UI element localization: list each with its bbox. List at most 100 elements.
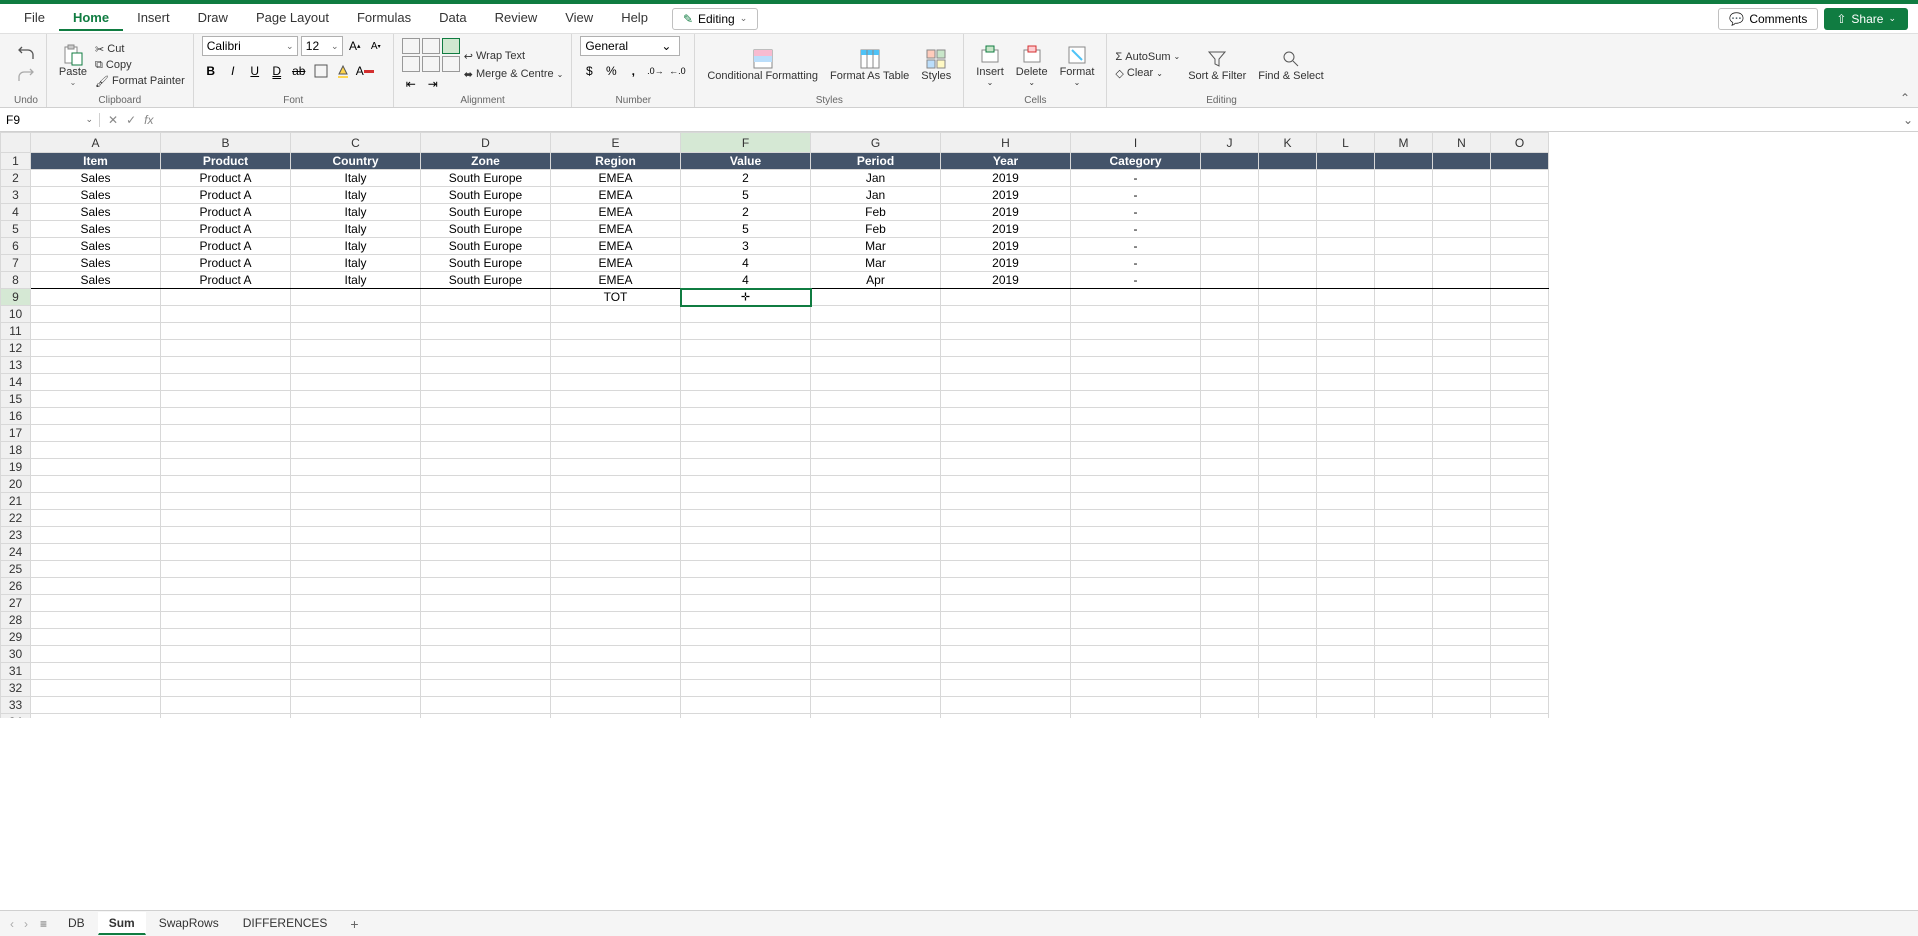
cell-I15[interactable] (1071, 391, 1201, 408)
cell-O18[interactable] (1491, 442, 1549, 459)
cell-O11[interactable] (1491, 323, 1549, 340)
cell-B14[interactable] (161, 374, 291, 391)
cell-O7[interactable] (1491, 255, 1549, 272)
cell-H9[interactable] (941, 289, 1071, 306)
cell-A22[interactable] (31, 510, 161, 527)
cell-O24[interactable] (1491, 544, 1549, 561)
fx-button[interactable]: fx (144, 113, 153, 127)
cell-styles-button[interactable]: Styles (917, 46, 955, 84)
sheet-tab-swaprows[interactable]: SwapRows (148, 912, 230, 935)
cancel-formula-button[interactable]: ✕ (108, 113, 118, 127)
cell-J4[interactable] (1201, 204, 1259, 221)
number-format-input[interactable] (581, 39, 661, 53)
cell-O12[interactable] (1491, 340, 1549, 357)
cell-F19[interactable] (681, 459, 811, 476)
cell-N21[interactable] (1433, 493, 1491, 510)
cell-B9[interactable] (161, 289, 291, 306)
cell-M7[interactable] (1375, 255, 1433, 272)
cell-O6[interactable] (1491, 238, 1549, 255)
editing-mode-button[interactable]: ✎ Editing ⌄ (672, 8, 758, 30)
cell-I20[interactable] (1071, 476, 1201, 493)
cell-L33[interactable] (1317, 697, 1375, 714)
cell-K19[interactable] (1259, 459, 1317, 476)
cell-I6[interactable]: - (1071, 238, 1201, 255)
cell-F8[interactable]: 4 (681, 272, 811, 289)
cell-H26[interactable] (941, 578, 1071, 595)
align-bottom-center[interactable] (422, 56, 440, 72)
column-header-N[interactable]: N (1433, 133, 1491, 153)
cell-N4[interactable] (1433, 204, 1491, 221)
cell-G19[interactable] (811, 459, 941, 476)
cell-N17[interactable] (1433, 425, 1491, 442)
cell-M15[interactable] (1375, 391, 1433, 408)
format-as-table-button[interactable]: Format As Table (826, 46, 913, 84)
cell-N28[interactable] (1433, 612, 1491, 629)
cell-I27[interactable] (1071, 595, 1201, 612)
cell-G11[interactable] (811, 323, 941, 340)
cell-O4[interactable] (1491, 204, 1549, 221)
cell-L31[interactable] (1317, 663, 1375, 680)
cell-O23[interactable] (1491, 527, 1549, 544)
cell-N24[interactable] (1433, 544, 1491, 561)
cell-D14[interactable] (421, 374, 551, 391)
autosum-button[interactable]: ΣAutoSum⌄ (1115, 50, 1180, 64)
cell-O14[interactable] (1491, 374, 1549, 391)
cell-F21[interactable] (681, 493, 811, 510)
cell-I3[interactable]: - (1071, 187, 1201, 204)
cell-O13[interactable] (1491, 357, 1549, 374)
font-name-combo[interactable]: ⌄ (202, 36, 298, 56)
cell-M31[interactable] (1375, 663, 1433, 680)
cell-M4[interactable] (1375, 204, 1433, 221)
cell-G22[interactable] (811, 510, 941, 527)
cell-E13[interactable] (551, 357, 681, 374)
cell-B3[interactable]: Product A (161, 187, 291, 204)
sheet-tab-sum[interactable]: Sum (98, 912, 146, 935)
cell-O19[interactable] (1491, 459, 1549, 476)
cell-J6[interactable] (1201, 238, 1259, 255)
cell-G24[interactable] (811, 544, 941, 561)
menu-tab-formulas[interactable]: Formulas (343, 6, 425, 31)
cell-G17[interactable] (811, 425, 941, 442)
cell-B24[interactable] (161, 544, 291, 561)
cell-L6[interactable] (1317, 238, 1375, 255)
cell-E10[interactable] (551, 306, 681, 323)
cell-M29[interactable] (1375, 629, 1433, 646)
cell-C32[interactable] (291, 680, 421, 697)
chevron-down-icon[interactable]: ⌄ (283, 41, 297, 52)
row-header-12[interactable]: 12 (1, 340, 31, 357)
cell-M32[interactable] (1375, 680, 1433, 697)
cell-F29[interactable] (681, 629, 811, 646)
cell-B25[interactable] (161, 561, 291, 578)
cell-N19[interactable] (1433, 459, 1491, 476)
row-header-1[interactable]: 1 (1, 153, 31, 170)
cell-H2[interactable]: 2019 (941, 170, 1071, 187)
cell-E1[interactable]: Region (551, 153, 681, 170)
cell-B18[interactable] (161, 442, 291, 459)
cell-B23[interactable] (161, 527, 291, 544)
cell-F1[interactable]: Value (681, 153, 811, 170)
cell-H15[interactable] (941, 391, 1071, 408)
cell-L5[interactable] (1317, 221, 1375, 238)
cell-G31[interactable] (811, 663, 941, 680)
bold-button[interactable]: B (202, 62, 220, 80)
cell-N27[interactable] (1433, 595, 1491, 612)
cell-L15[interactable] (1317, 391, 1375, 408)
expand-formula-bar-button[interactable]: ⌄ (1898, 113, 1918, 127)
cell-D9[interactable] (421, 289, 551, 306)
cell-F14[interactable] (681, 374, 811, 391)
cell-H1[interactable]: Year (941, 153, 1071, 170)
cell-N14[interactable] (1433, 374, 1491, 391)
cell-F22[interactable] (681, 510, 811, 527)
cell-I5[interactable]: - (1071, 221, 1201, 238)
sheet-nav-prev[interactable]: ‹ (8, 917, 16, 931)
cell-F26[interactable] (681, 578, 811, 595)
cell-A16[interactable] (31, 408, 161, 425)
borders-button[interactable] (312, 62, 330, 80)
cell-K1[interactable] (1259, 153, 1317, 170)
cell-K21[interactable] (1259, 493, 1317, 510)
cell-G9[interactable] (811, 289, 941, 306)
cell-H6[interactable]: 2019 (941, 238, 1071, 255)
cell-M25[interactable] (1375, 561, 1433, 578)
cell-I22[interactable] (1071, 510, 1201, 527)
font-name-input[interactable] (203, 39, 283, 53)
